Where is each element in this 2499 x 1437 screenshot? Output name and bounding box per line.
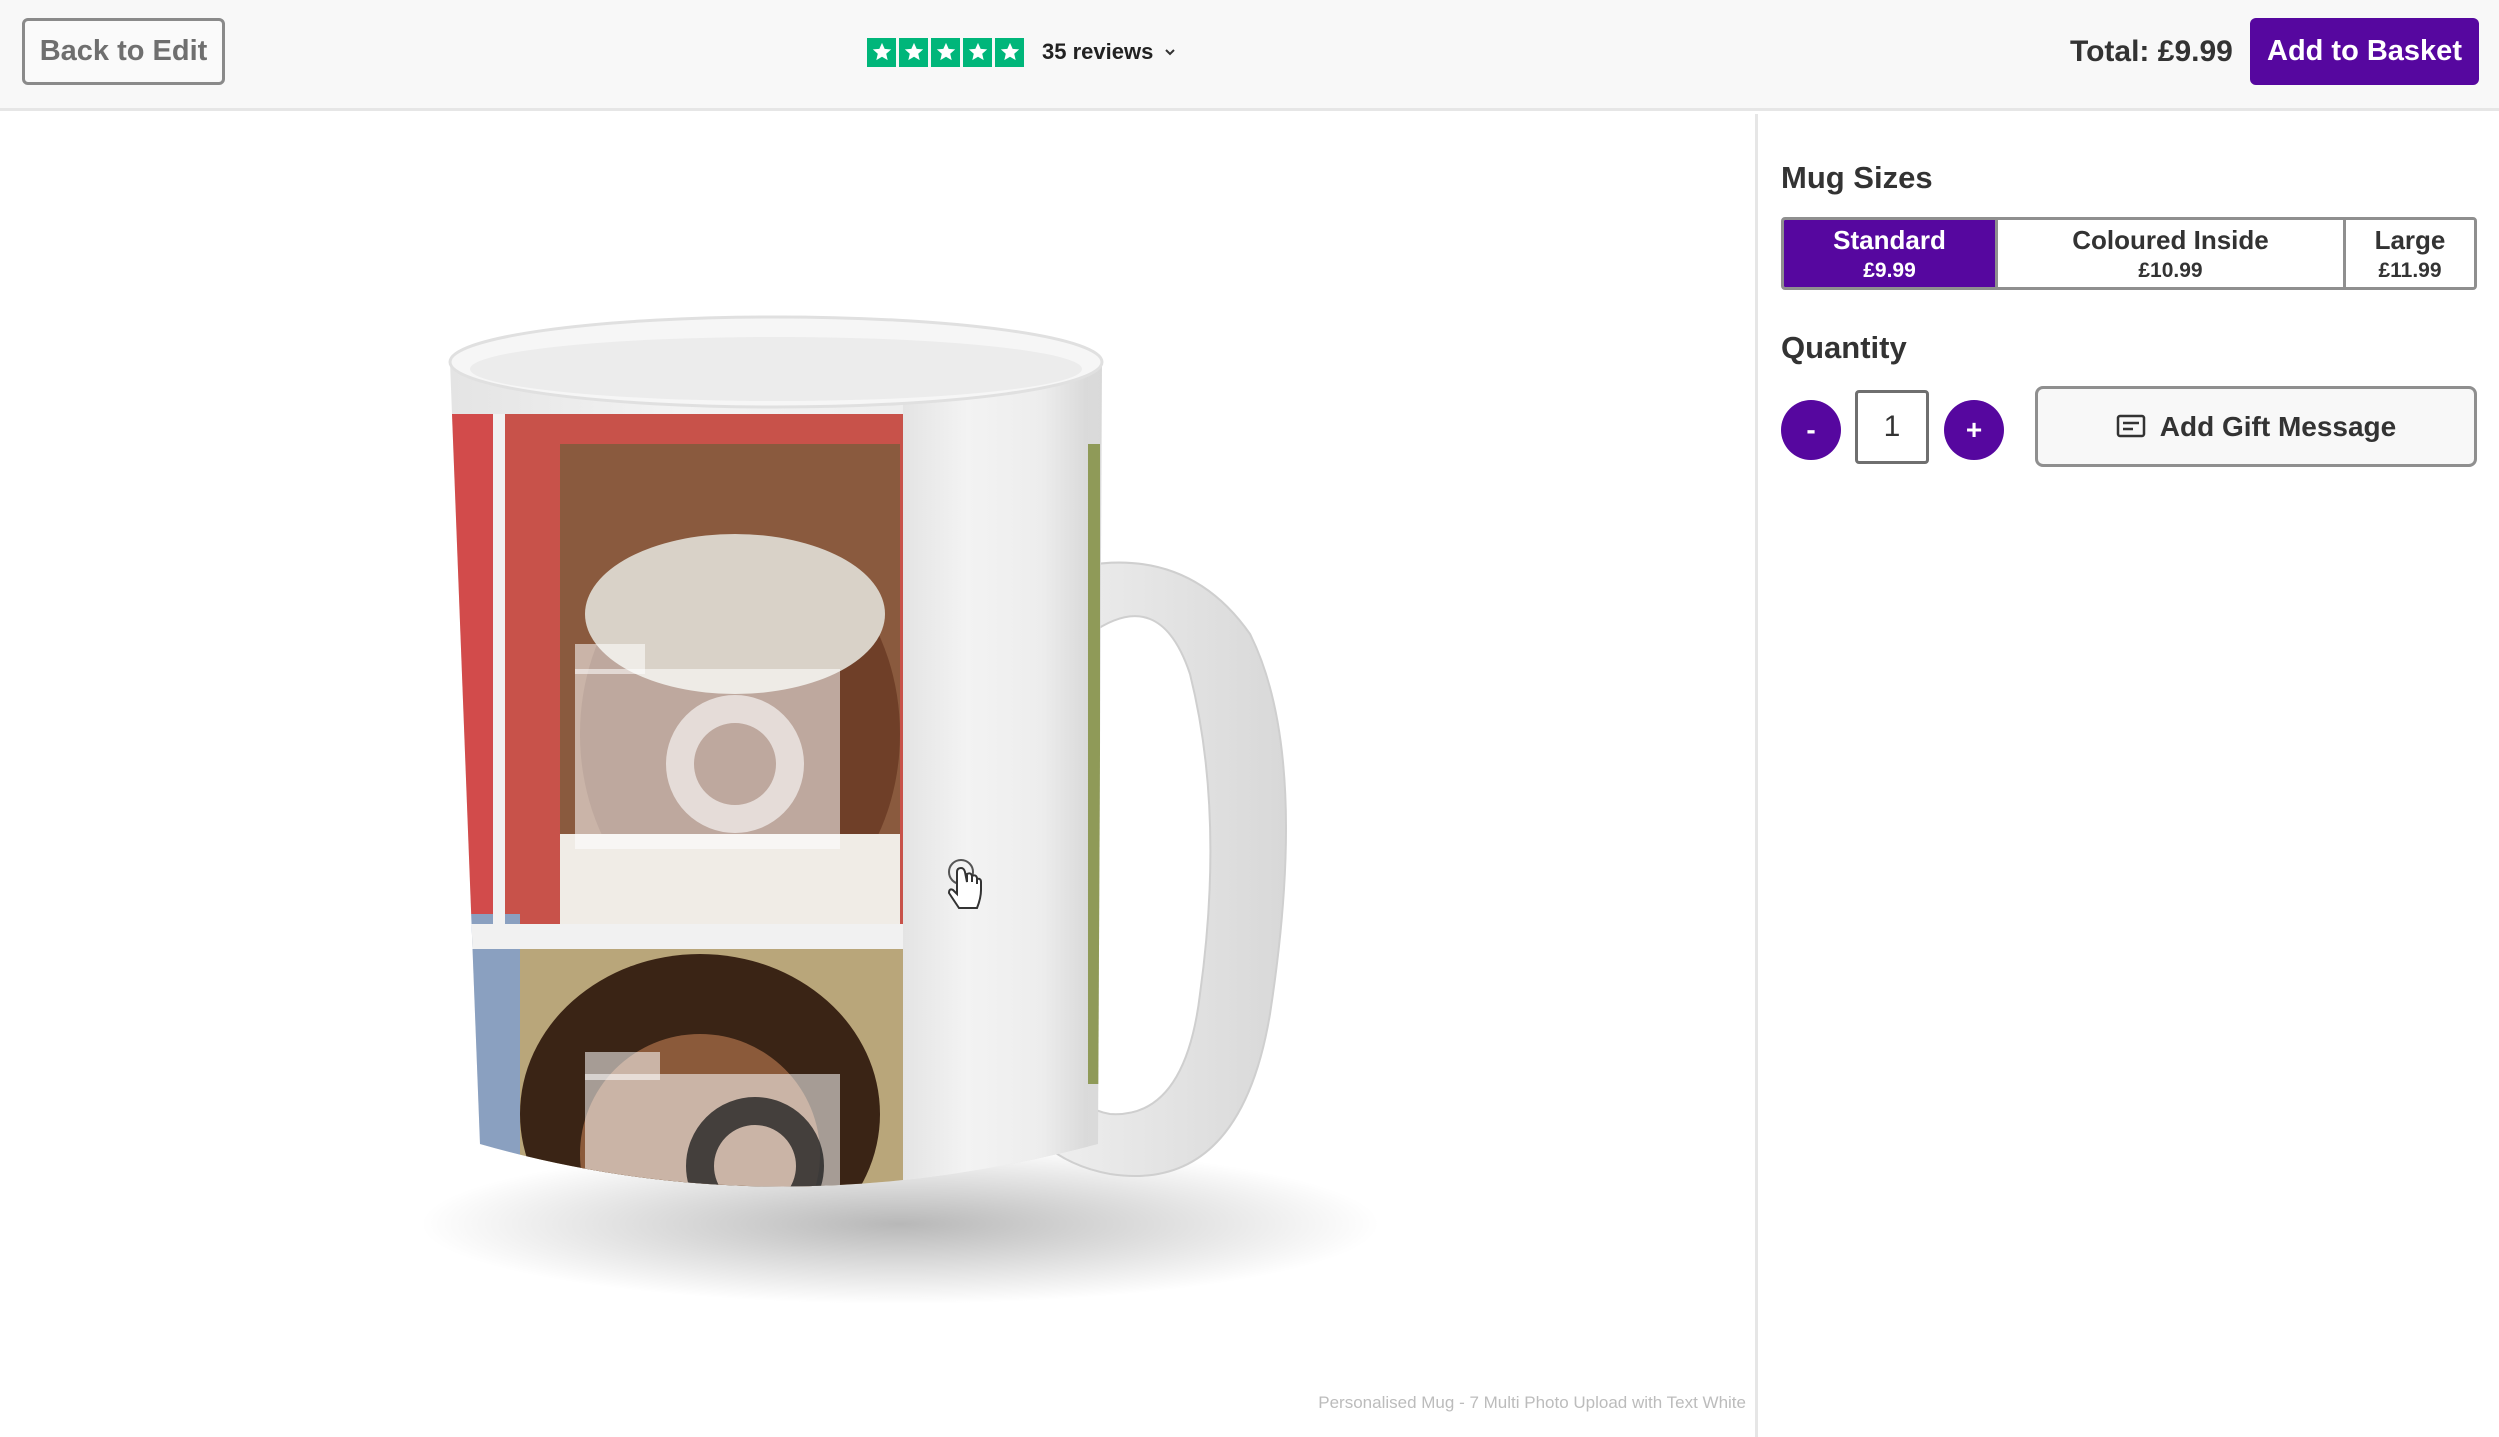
quantity-input[interactable] [1855, 390, 1929, 464]
size-option-coloured-inside[interactable]: Coloured Inside £10.99 [1998, 220, 2346, 287]
mug-sizes-title: Mug Sizes [1781, 160, 1933, 195]
message-icon [2116, 414, 2145, 437]
star-icon [995, 37, 1024, 67]
mug-image[interactable] [0, 114, 1755, 1437]
options-panel: Mug Sizes Standard £9.99 Coloured Inside… [1758, 114, 2499, 1437]
trustpilot-stars [867, 37, 1024, 67]
back-to-edit-button[interactable]: Back to Edit [22, 18, 225, 85]
mug-preview-area[interactable]: Personalised Mug - 7 Multi Photo Upload … [0, 114, 1755, 1437]
hand-pointer-icon [947, 859, 982, 909]
size-price: £10.99 [2138, 258, 2203, 282]
star-icon [931, 37, 960, 67]
size-option-large[interactable]: Large £11.99 [2346, 220, 2474, 287]
size-price: £9.99 [1863, 258, 1916, 282]
star-icon [867, 37, 896, 67]
mug-size-selector: Standard £9.99 Coloured Inside £10.99 La… [1781, 217, 2477, 290]
size-name: Coloured Inside [2072, 224, 2269, 255]
gift-message-label: Add Gift Message [2159, 410, 2397, 442]
reviews-count-label[interactable]: 35 reviews [1042, 39, 1153, 65]
add-to-basket-button[interactable]: Add to Basket [2250, 18, 2479, 85]
product-name-caption: Personalised Mug - 7 Multi Photo Upload … [1318, 1393, 1746, 1412]
quantity-title: Quantity [1781, 330, 1907, 365]
add-gift-message-button[interactable]: Add Gift Message [2035, 386, 2477, 467]
star-icon [963, 37, 992, 67]
size-name: Standard [1833, 224, 1946, 255]
total-price: Total: £9.99 [2070, 35, 2233, 68]
star-icon [899, 37, 928, 67]
size-option-standard[interactable]: Standard £9.99 [1784, 220, 1998, 287]
reviews-summary[interactable]: 35 reviews [867, 34, 1177, 70]
chevron-down-icon[interactable] [1163, 45, 1177, 59]
quantity-decrease-button[interactable]: - [1781, 400, 1841, 460]
top-bar: Back to Edit 35 reviews Total: £9.99 Add… [0, 0, 2499, 111]
size-name: Large [2374, 224, 2446, 255]
size-price: £11.99 [2378, 258, 2442, 282]
mug-inside [470, 337, 1082, 401]
quantity-increase-button[interactable]: + [1944, 400, 2004, 460]
